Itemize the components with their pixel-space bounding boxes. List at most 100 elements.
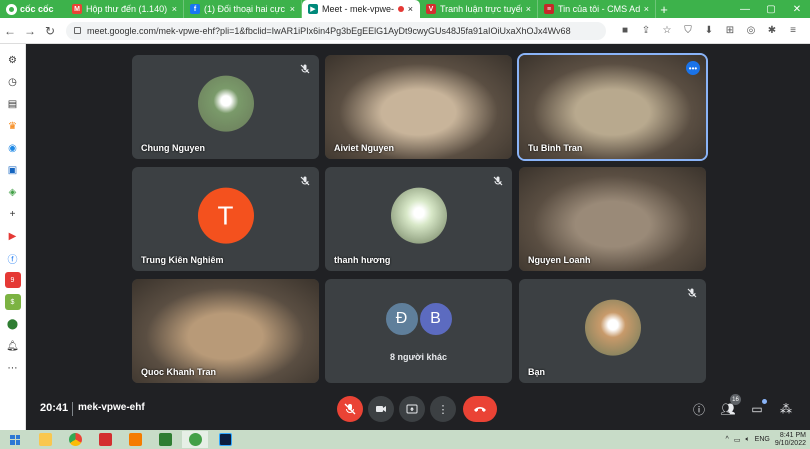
language-indicator[interactable]: ENG (755, 436, 770, 443)
vertical-dots-icon: ⋮ (437, 403, 449, 416)
meet-control-bar: 20:41 mek-vpwe-ehf ⋮ ⓘ 👥︎ 16 ▭ ⁂ (26, 390, 810, 430)
muted-mic-icon (492, 175, 504, 187)
participant-tile[interactable]: Nguyen Loanh (519, 167, 706, 271)
settings-icon[interactable]: ⚙ (5, 52, 21, 68)
taskbar-photoshop[interactable] (212, 431, 238, 448)
present-icon (406, 404, 418, 414)
browser-brand[interactable]: cốc cốc (0, 0, 66, 18)
taskbar-app-grid[interactable] (92, 431, 118, 448)
network-icon[interactable]: ▭ (734, 436, 741, 444)
bookmark-star-icon[interactable]: ☆ (658, 22, 676, 40)
notification-bell-icon[interactable]: 🔔︎ (5, 338, 21, 354)
browser-tab-2[interactable]: ▶ Meet - mek-vpwe- × (302, 0, 420, 18)
activities-icon: ⁂ (780, 402, 792, 416)
close-tab-icon[interactable]: × (644, 4, 649, 14)
more-options-button[interactable]: ⋮ (430, 396, 456, 422)
url-text: meet.google.com/mek-vpwe-ehf?pli=1&fbcli… (87, 25, 571, 36)
browser-tab-4[interactable]: ≡ Tin của tôi - CMS Adm × (538, 0, 656, 18)
leave-call-button[interactable] (463, 396, 497, 422)
shop-icon[interactable]: 9 (4, 272, 21, 288)
close-window-icon[interactable]: ✕ (784, 0, 810, 18)
tile-options-icon[interactable]: ••• (686, 61, 700, 75)
camera-icon[interactable]: ■ (616, 22, 634, 40)
people-button[interactable]: 👥︎ 16 (719, 394, 741, 418)
game-icon[interactable]: ◈ (5, 184, 21, 200)
maximize-icon[interactable]: ▢ (758, 0, 784, 18)
participant-tile[interactable]: Tu Binh Tran ••• (517, 53, 708, 161)
muted-mic-icon (299, 63, 311, 75)
add-sidebar-icon[interactable]: + (5, 206, 21, 222)
meeting-clock: 20:41 (40, 402, 69, 414)
camera-toggle-button[interactable] (368, 396, 394, 422)
browser-tab-3[interactable]: V Tranh luận trực tuyến × (420, 0, 538, 18)
close-tab-icon[interactable]: × (290, 4, 295, 14)
youtube-icon[interactable]: ▶ (5, 228, 21, 244)
activities-button[interactable]: ⁂ (777, 400, 795, 418)
url-bar[interactable]: meet.google.com/mek-vpwe-ehf?pli=1&fbcli… (66, 21, 606, 40)
messenger-icon[interactable]: ◉ (5, 140, 21, 156)
new-tab-button[interactable]: + (656, 0, 672, 18)
participant-tile[interactable]: thanh hương (325, 167, 512, 271)
participant-tile[interactable]: Quoc Khanh Tran (132, 279, 319, 383)
tray-clock[interactable]: 8:41 PM 9/10/2022 (775, 432, 806, 448)
taskbar-file-explorer[interactable] (32, 431, 58, 448)
recording-dot-icon (397, 6, 404, 12)
participant-tile[interactable]: Aiviet Nguyen (325, 55, 512, 159)
avatar-photo (390, 187, 447, 244)
close-tab-icon[interactable]: × (408, 4, 413, 14)
participant-tile[interactable]: ĐB 8 người khác (325, 279, 512, 383)
app-grid-icon (98, 433, 112, 446)
media-player-icon (128, 433, 142, 446)
meet-grid: Chung Nguyen Aiviet Nguyen Tu Binh Tran •••… (26, 44, 810, 430)
taskbar-coccoc[interactable] (182, 431, 208, 448)
microphone-toggle-button[interactable] (337, 396, 363, 422)
participant-name: Nguyen Loanh (528, 255, 591, 265)
participant-name: thanh hương (334, 255, 391, 265)
participant-tile[interactable]: Chung Nguyen (132, 55, 319, 159)
translate-icon[interactable]: ◎ (742, 22, 760, 40)
participant-name: Bạn (528, 367, 546, 377)
cast-icon[interactable]: ⊞ (721, 22, 739, 40)
coccoc-logo-icon (6, 3, 17, 15)
back-icon[interactable]: ← (0, 24, 20, 38)
minimize-icon[interactable]: — (732, 0, 758, 18)
deal-icon[interactable]: $ (4, 294, 21, 310)
meeting-info-button[interactable]: ⓘ (690, 400, 708, 418)
browser-sidebar: ⚙ ◷ ▤ ♛ ◉ ▣ ◈ + ▶ ⓕ 9 $ ⬤ 🔔︎ ⋯ (0, 44, 26, 430)
close-tab-icon[interactable]: × (526, 4, 531, 14)
tab-title: Meet - mek-vpwe- (322, 4, 394, 14)
browser-tab-1[interactable]: f (1) Đối thoại hai cực v × (184, 0, 302, 18)
tray-chevron-icon[interactable]: ^ (726, 436, 729, 443)
notes-icon[interactable]: ▤ (5, 96, 21, 112)
zalo-icon[interactable]: ▣ (5, 162, 21, 178)
share-icon[interactable]: ⇪ (637, 22, 655, 40)
history-icon[interactable]: ◷ (5, 74, 21, 90)
reload-icon[interactable]: ↻ (40, 24, 60, 38)
taskbar-media-player[interactable] (122, 431, 148, 448)
chat-button[interactable]: ▭ (748, 399, 767, 418)
avatar-letter: T (197, 187, 254, 244)
browser-tab-0[interactable]: M Hộp thư đến (1.140) × (66, 0, 184, 18)
more-icon[interactable]: ⋯ (5, 360, 21, 376)
crown-icon[interactable]: ♛ (5, 118, 21, 134)
avatar-letter: B (417, 301, 454, 337)
menu-icon[interactable]: ≡ (784, 22, 802, 40)
download-icon[interactable]: ⬇ (700, 22, 718, 40)
chat-icon: ▭ (751, 402, 763, 416)
info-icon: ⓘ (692, 402, 705, 417)
present-screen-button[interactable] (399, 396, 425, 422)
tray-time: 8:41 PM (779, 431, 806, 439)
start-button[interactable] (0, 434, 30, 445)
extensions-icon[interactable]: ✱ (763, 22, 781, 40)
others-count-label: 8 người khác (390, 352, 447, 362)
location-icon[interactable]: ⬤ (5, 316, 21, 332)
forward-icon[interactable]: → (20, 24, 40, 38)
participant-tile[interactable]: T Trung Kiên Nghiêm (132, 167, 319, 271)
shield-icon[interactable]: ⛉ (679, 22, 697, 40)
taskbar-chrome[interactable] (62, 431, 88, 448)
participant-tile[interactable]: Bạn (519, 279, 706, 383)
facebook-sidebar-icon[interactable]: ⓕ (5, 250, 21, 266)
close-tab-icon[interactable]: × (172, 4, 177, 14)
volume-icon[interactable]: 🔈︎ (745, 436, 749, 444)
taskbar-unikey[interactable] (152, 431, 178, 448)
